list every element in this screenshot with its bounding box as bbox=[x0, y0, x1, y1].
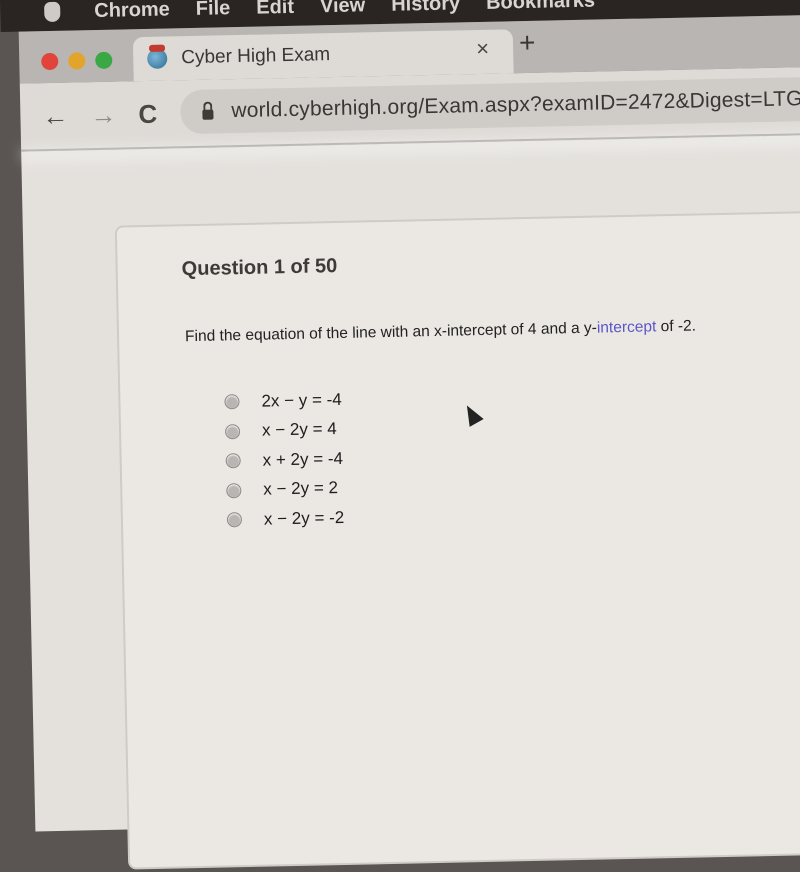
question-text-suffix: of -2. bbox=[656, 317, 697, 336]
apple-icon[interactable] bbox=[44, 1, 61, 23]
answer-options: 2x − y = -4 x − 2y = 4 x + 2y = -4 x − 2… bbox=[224, 385, 344, 535]
answer-option[interactable]: x + 2y = -4 bbox=[225, 444, 343, 476]
new-tab-button[interactable]: + bbox=[519, 27, 536, 59]
url-text[interactable]: world.cyberhigh.org/Exam.aspx?examID=247… bbox=[231, 87, 800, 123]
tab-cyber-high-exam[interactable]: Cyber High Exam × bbox=[132, 29, 514, 82]
tab-title: Cyber High Exam bbox=[181, 44, 331, 69]
maximize-window-button[interactable] bbox=[95, 51, 113, 70]
globe-icon bbox=[147, 48, 168, 69]
radio-button[interactable] bbox=[224, 423, 241, 440]
answer-label[interactable]: x + 2y = -4 bbox=[262, 449, 343, 471]
menu-bookmarks[interactable]: Bookmarks bbox=[486, 0, 595, 14]
answer-option[interactable]: x − 2y = 2 bbox=[226, 473, 344, 505]
radio-button[interactable] bbox=[226, 482, 242, 499]
lock-icon[interactable] bbox=[202, 109, 214, 120]
mouse-pointer-icon bbox=[459, 401, 484, 427]
answer-label[interactable]: 2x − y = -4 bbox=[261, 390, 342, 412]
answer-option[interactable]: x − 2y = -2 bbox=[226, 503, 345, 535]
menu-file[interactable]: File bbox=[196, 0, 231, 20]
minimize-window-button[interactable] bbox=[68, 52, 86, 70]
screen: Chrome File Edit View History Bookmarks … bbox=[0, 0, 800, 870]
question-card: Question 1 of 50 Find the equation of th… bbox=[114, 209, 800, 870]
menu-app-name[interactable]: Chrome bbox=[94, 0, 170, 23]
question-text: Find the equation of the line with an x-… bbox=[185, 317, 696, 346]
menu-history[interactable]: History bbox=[391, 0, 460, 16]
radio-button[interactable] bbox=[224, 394, 240, 410]
menu-edit[interactable]: Edit bbox=[256, 0, 294, 19]
reload-icon[interactable]: C bbox=[138, 99, 157, 130]
back-arrow-icon[interactable]: ← bbox=[42, 101, 69, 133]
question-header: Question 1 of 50 bbox=[181, 254, 338, 281]
question-text-prefix: Find the equation of the line with an x-… bbox=[184, 319, 598, 346]
answer-label[interactable]: x − 2y = -2 bbox=[264, 508, 345, 530]
menu-view[interactable]: View bbox=[320, 0, 366, 18]
close-window-button[interactable] bbox=[41, 52, 59, 71]
address-bar[interactable]: world.cyberhigh.org/Exam.aspx?examID=247… bbox=[179, 76, 800, 135]
answer-label[interactable]: x − 2y = 4 bbox=[262, 419, 337, 441]
question-text-highlight: intercept bbox=[596, 318, 657, 337]
answer-option[interactable]: x − 2y = 4 bbox=[224, 414, 343, 446]
radio-button[interactable] bbox=[225, 453, 241, 469]
window-controls bbox=[41, 51, 113, 71]
answer-label[interactable]: x − 2y = 2 bbox=[263, 478, 338, 500]
radio-button[interactable] bbox=[226, 512, 243, 528]
forward-arrow-icon[interactable]: → bbox=[90, 100, 117, 132]
answer-option[interactable]: 2x − y = -4 bbox=[224, 385, 342, 417]
page-content: Question 1 of 50 Find the equation of th… bbox=[21, 130, 800, 870]
close-tab-icon[interactable]: × bbox=[476, 36, 489, 62]
